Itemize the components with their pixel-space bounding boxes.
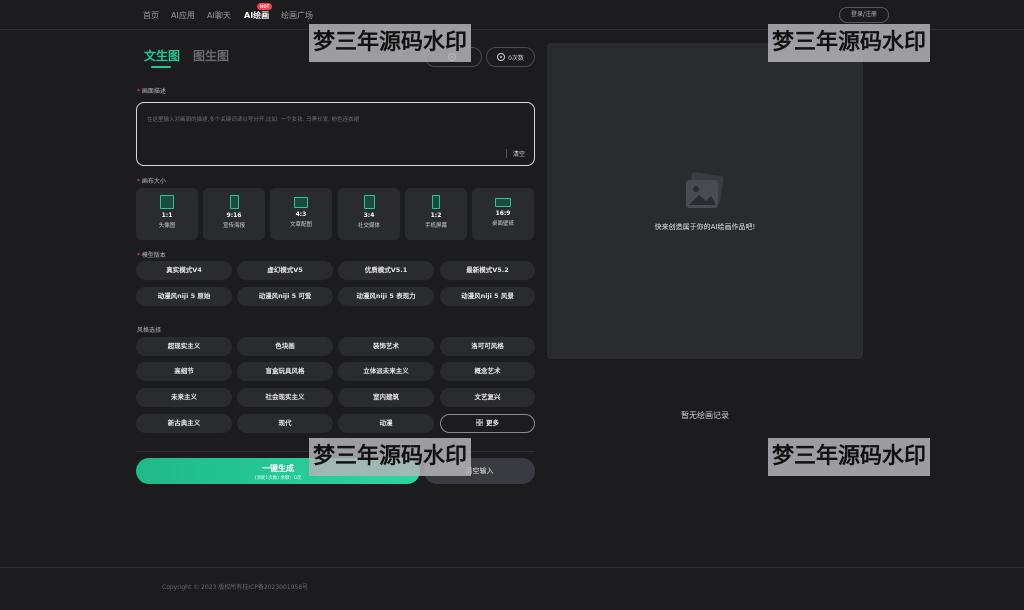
ratio-card-16-9[interactable]: 16:9 桌面壁纸 — [472, 188, 534, 240]
preview-empty-text: 快来创造属于你的AI绘画作品吧! — [654, 223, 756, 231]
ratio-portrait-icon — [229, 195, 239, 209]
ratio-card-4-3[interactable]: 4:3 文章配图 — [270, 188, 332, 240]
style-option[interactable]: 高细节 — [136, 362, 232, 381]
ratio-square-icon — [160, 195, 174, 209]
model-option[interactable]: 虚幻模式V5 — [237, 261, 333, 280]
count-label: 0次数 — [508, 54, 524, 62]
ratio-card-3-4[interactable]: 3:4 社交媒体 — [338, 188, 400, 240]
ratio-name: 文章配图 — [289, 222, 312, 228]
model-option[interactable]: 动漫风niji 5 原始 — [136, 287, 232, 306]
watermark: 梦三年源码水印 — [309, 438, 472, 476]
more-label: 更多 — [486, 419, 499, 427]
style-option[interactable]: 现代 — [237, 414, 333, 433]
canvas-label: 画布大小 — [141, 178, 166, 185]
clear-prompt-button[interactable]: 清空 — [513, 149, 525, 158]
ratio-card-1-1[interactable]: 1:1 头像图 — [136, 188, 198, 240]
style-label: 风格选择 — [137, 327, 162, 334]
prompt-placeholder: 在这里输入对画面的描述,多个关键词请以号分开,比如: 一个女孩, 乌黑长发, 粉… — [147, 117, 360, 123]
style-option[interactable]: 装饰艺术 — [338, 337, 434, 356]
login-button[interactable]: 登录/注册 — [839, 7, 889, 23]
ratio-card-1-2[interactable]: 1:2 手机屏幕 — [405, 188, 467, 240]
ratio-card-9-16[interactable]: 9:16 宣传海报 — [203, 188, 265, 240]
ratio-portrait-icon — [363, 195, 375, 209]
more-styles-button[interactable]: 更多 — [440, 414, 535, 433]
coin-icon — [497, 53, 506, 61]
nav-drawing-square[interactable]: 绘画广场 — [281, 10, 313, 21]
model-option[interactable]: 优质模式V5.1 — [338, 261, 434, 280]
style-option[interactable]: 洛可可风格 — [440, 337, 535, 356]
model-section-label: * 模型版本 — [137, 252, 166, 259]
style-section-label: 风格选择 — [137, 325, 161, 334]
image-placeholder-icon — [686, 172, 724, 208]
style-option[interactable]: 新古典主义 — [136, 414, 232, 433]
no-record-text: 暂无绘画记录 — [681, 411, 729, 420]
ratio-value: 1:2 — [430, 212, 442, 219]
ratio-name: 社交媒体 — [357, 223, 380, 229]
ratio-name: 桌面壁纸 — [491, 221, 514, 227]
nav-home[interactable]: 首页 — [143, 10, 159, 21]
style-option[interactable]: 色块画 — [237, 337, 333, 356]
prompt-label: 画面描述 — [141, 88, 166, 95]
model-option[interactable]: 动漫风niji 5 风景 — [440, 287, 535, 306]
ratio-wide-icon — [495, 198, 511, 207]
ratio-value: 3:4 — [363, 212, 375, 219]
style-option[interactable]: 文艺复兴 — [440, 388, 535, 407]
style-option[interactable]: 社会现实主义 — [237, 388, 333, 407]
model-option[interactable]: 最新模式V5.2 — [440, 261, 535, 280]
canvas-section-label: * 画布大小 — [137, 178, 166, 185]
ratio-value: 16:9 — [495, 210, 511, 217]
ratio-landscape-icon — [294, 197, 308, 208]
nav-ai-drawing[interactable]: AI绘画 — [244, 10, 269, 21]
nav-ai-apps[interactable]: AI应用 — [171, 10, 195, 21]
style-option[interactable]: 室内建筑 — [338, 388, 434, 407]
watermark: 梦三年源码水印 — [309, 24, 472, 62]
clear-divider — [506, 149, 507, 158]
style-option[interactable]: 动漫 — [338, 414, 434, 433]
model-option[interactable]: 动漫风niji 5 可爱 — [237, 287, 333, 306]
hot-badge: HOT — [257, 3, 273, 10]
ratio-name: 手机屏幕 — [424, 223, 447, 229]
count-button[interactable]: 0次数 — [486, 47, 535, 67]
ratio-value: 1:1 — [161, 212, 173, 219]
tab-text-to-image[interactable]: 文生图 — [144, 47, 180, 64]
style-option[interactable]: 盲盒玩具风格 — [237, 362, 333, 381]
watermark: 梦三年源码水印 — [768, 438, 931, 476]
style-option[interactable]: 未来主义 — [136, 388, 232, 407]
nav-ai-chat[interactable]: AI聊天 — [207, 10, 231, 21]
style-option[interactable]: 超现实主义 — [136, 337, 232, 356]
preview-panel: 快来创造属于你的AI绘画作品吧! — [547, 43, 863, 359]
grid-icon — [476, 418, 483, 426]
footer-divider — [0, 567, 1024, 568]
footer-copyright: Copyright © 2023 版权所有桂ICP备2023001958号 — [162, 584, 309, 591]
tab-image-to-image[interactable]: 图生图 — [193, 47, 229, 64]
watermark: 梦三年源码水印 — [768, 24, 931, 62]
ratio-value: 9:16 — [226, 212, 242, 219]
style-option[interactable]: 立体派未来主义 — [338, 362, 434, 381]
prompt-textarea[interactable]: 在这里输入对画面的描述,多个关键词请以号分开,比如: 一个女孩, 乌黑长发, 粉… — [136, 102, 535, 166]
model-label: 模型版本 — [141, 252, 166, 259]
model-option[interactable]: 真实模式V4 — [136, 261, 232, 280]
ratio-name: 宣传海报 — [222, 223, 245, 229]
prompt-section-label: * 画面描述 — [137, 88, 166, 95]
tab-underline — [151, 66, 171, 68]
style-option[interactable]: 概念艺术 — [440, 362, 535, 381]
model-option[interactable]: 动漫风niji 5 表现力 — [338, 287, 434, 306]
ratio-phone-icon — [432, 195, 440, 209]
ratio-value: 4:3 — [295, 211, 307, 218]
ratio-name: 头像图 — [158, 223, 176, 229]
